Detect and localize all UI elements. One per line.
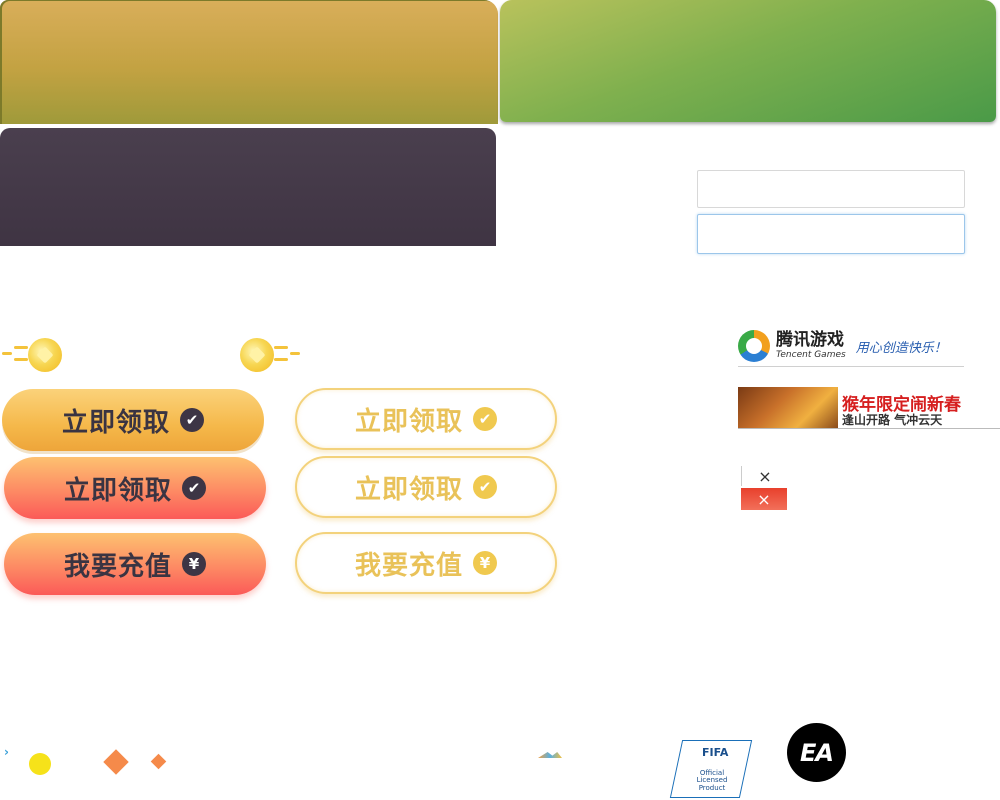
- claim-button-label: 立即领取: [63, 475, 172, 506]
- promo-banner-image: [738, 387, 838, 428]
- purple-banner-panel: [0, 128, 496, 246]
- claim-button-label: 立即领取: [354, 474, 463, 505]
- ea-logo: EA: [787, 723, 846, 782]
- tencent-en-name: Tencent Games: [776, 350, 846, 360]
- promo-subtitle: 逢山开路 气冲云天: [842, 413, 943, 427]
- check-circle-icon: ✔: [180, 408, 204, 432]
- orange-diamond-decoration: [103, 749, 129, 775]
- fifa-subtitle: Official Licensed Product: [696, 769, 728, 792]
- tencent-cn-name: 腾讯游戏: [776, 330, 844, 350]
- recharge-button-outline[interactable]: 我要充值 ¥: [295, 532, 557, 594]
- claim-button-red[interactable]: 立即领取 ✔: [4, 457, 266, 519]
- promo-banner[interactable]: 猴年限定闹新春 逢山开路 气冲云天: [738, 387, 1000, 429]
- claim-button-red-outline[interactable]: 立即领取 ✔: [295, 456, 557, 518]
- tencent-games-icon: [738, 330, 770, 362]
- yen-circle-icon: ¥: [473, 551, 497, 575]
- ea-logo-text: EA: [800, 738, 834, 767]
- small-orange-diamond-decoration: [150, 753, 167, 770]
- soccer-ball-right-icon: [240, 336, 304, 374]
- fifa-licensed-logo: FIFA Official Licensed Product: [669, 740, 753, 798]
- tencent-slogan: 用心创造快乐！: [855, 340, 947, 356]
- chevron-right-icon: ›: [4, 745, 9, 759]
- close-icon: ×: [758, 466, 772, 486]
- mountain-decoration: [538, 752, 562, 758]
- tencent-games-logo: 腾讯游戏 Tencent Games 用心创造快乐！: [738, 326, 964, 367]
- green-banner-panel: [500, 0, 996, 122]
- check-circle-icon: ✔: [182, 476, 206, 500]
- text-input-2-focused[interactable]: [697, 214, 965, 254]
- claim-button-gold[interactable]: 立即领取 ✔: [2, 389, 264, 451]
- check-circle-icon: ✔: [473, 475, 497, 499]
- recharge-button-red[interactable]: 我要充值 ¥: [4, 533, 266, 595]
- close-button-hover[interactable]: ×: [741, 488, 787, 510]
- soccer-ball-left-icon: [0, 336, 64, 374]
- text-input-1[interactable]: [697, 170, 965, 208]
- close-icon: ×: [757, 489, 771, 509]
- close-button[interactable]: ×: [741, 466, 788, 486]
- check-circle-icon: ✔: [473, 407, 497, 431]
- recharge-button-label: 我要充值: [63, 551, 172, 582]
- yellow-dot-decoration: [29, 753, 51, 775]
- fifa-title: FIFA: [702, 746, 729, 759]
- yen-circle-icon: ¥: [182, 552, 206, 576]
- claim-button-label: 立即领取: [354, 406, 463, 437]
- gold-banner-panel: [0, 0, 498, 124]
- claim-button-gold-outline[interactable]: 立即领取 ✔: [295, 388, 557, 450]
- claim-button-label: 立即领取: [61, 407, 170, 438]
- recharge-button-label: 我要充值: [354, 550, 463, 581]
